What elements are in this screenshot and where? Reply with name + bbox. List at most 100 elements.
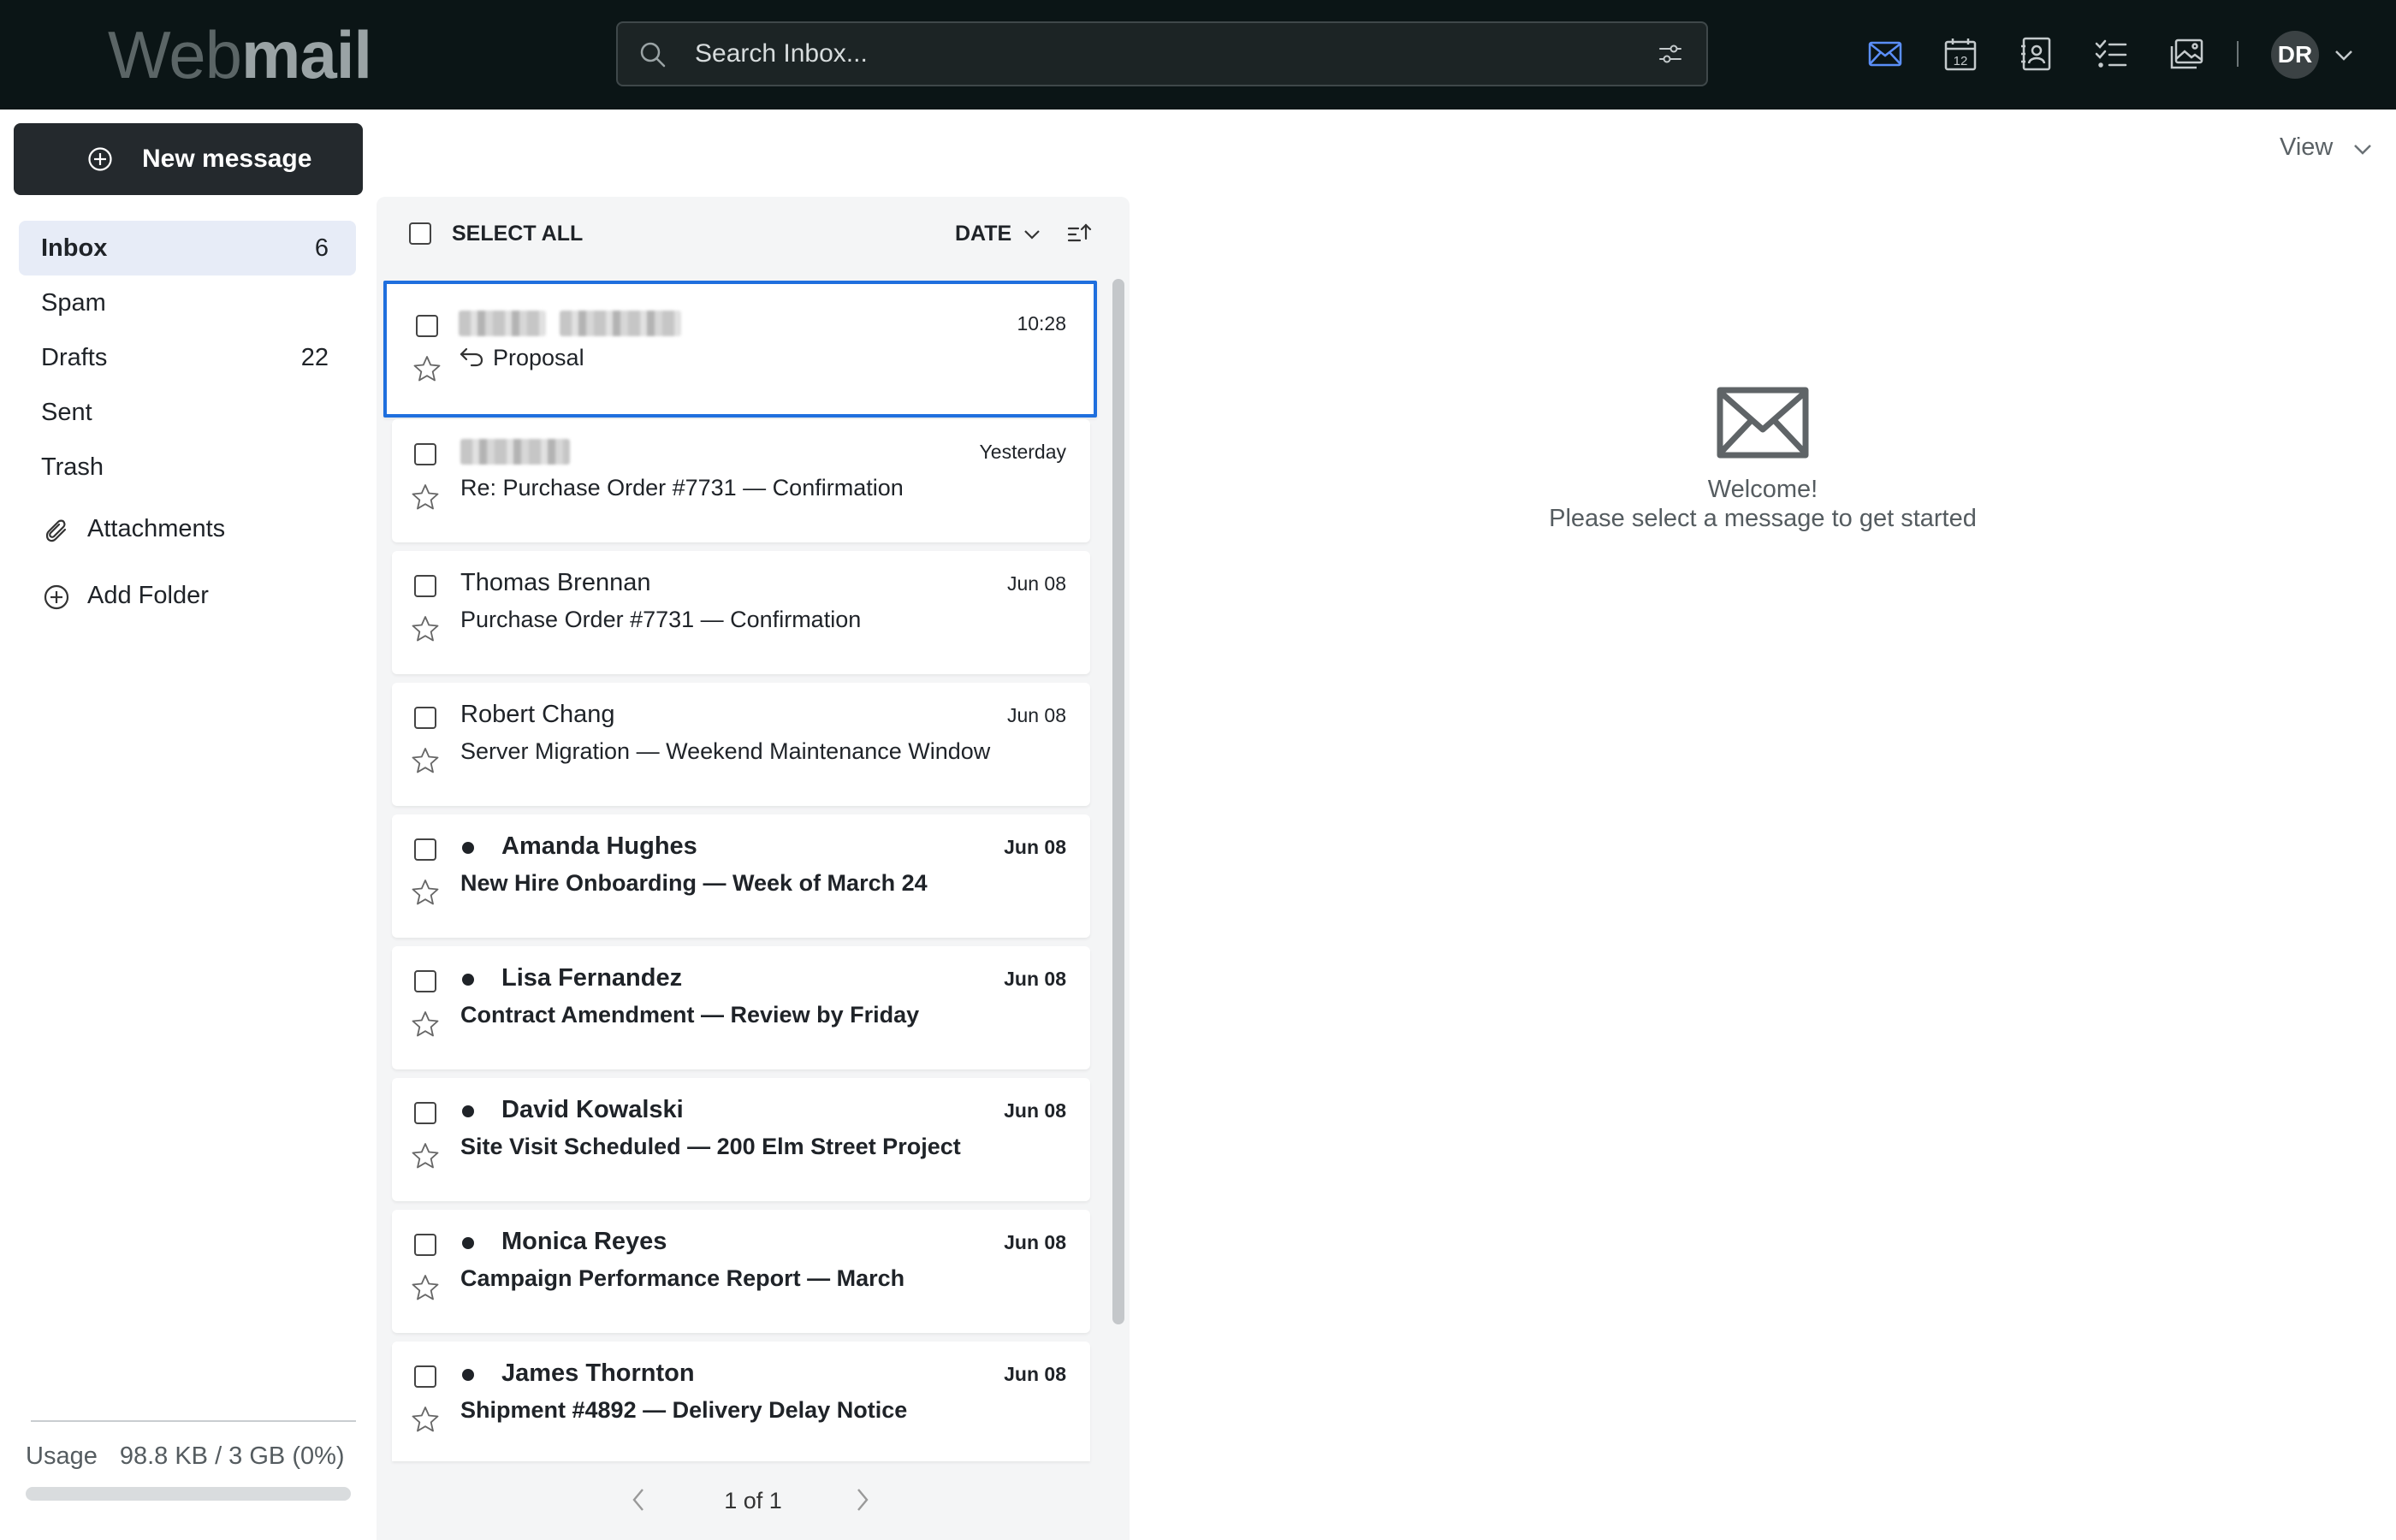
email-row-unread[interactable]: David Kowalski Site Visit Scheduled — 20…	[392, 1078, 1090, 1201]
paperclip-icon	[43, 517, 70, 544]
star-icon[interactable]	[411, 483, 440, 512]
email-row-unread[interactable]: Monica Reyes Campaign Performance Report…	[392, 1210, 1090, 1333]
email-row-unread[interactable]: James Thornton Shipment #4892 — Delivery…	[392, 1342, 1090, 1461]
reply-icon	[459, 346, 484, 367]
email-checkbox[interactable]	[414, 1102, 436, 1124]
email-sender: Robert Chang	[460, 701, 615, 728]
folder-trash[interactable]: Trash	[19, 440, 356, 495]
folder-spam[interactable]: Spam	[19, 275, 356, 330]
email-date: Jun 08	[1006, 704, 1066, 726]
list-header: SELECT ALL DATE	[377, 197, 1130, 270]
usage-progress-bar	[26, 1487, 351, 1501]
chevron-down-icon[interactable]	[1023, 229, 1041, 240]
star-icon[interactable]	[411, 1010, 440, 1039]
plus-circle-icon	[87, 146, 113, 172]
mail-icon[interactable]	[1867, 36, 1903, 72]
star-icon[interactable]	[411, 878, 440, 907]
redacted-sender	[459, 311, 546, 337]
chevron-down-icon[interactable]	[2353, 144, 2372, 156]
unread-dot-icon	[462, 974, 474, 986]
search-icon	[638, 40, 667, 69]
email-subject: Proposal	[459, 341, 584, 375]
email-date: Jun 08	[1004, 1099, 1066, 1122]
page-indicator: 1 of 1	[724, 1488, 782, 1513]
email-subject: Server Migration — Weekend Maintenance W…	[460, 738, 991, 764]
email-date: Jun 08	[1004, 836, 1066, 858]
envelope-icon	[1717, 387, 1809, 459]
search-bar[interactable]: Search Inbox...	[616, 21, 1708, 86]
search-filter-icon[interactable]	[1657, 40, 1684, 68]
email-date: Yesterday	[979, 441, 1066, 463]
app-logo[interactable]: Webmail	[108, 17, 372, 92]
email-subject: Contract Amendment — Review by Friday	[460, 1002, 920, 1028]
unread-dot-icon	[462, 842, 474, 854]
unread-dot-icon	[462, 1369, 474, 1381]
email-checkbox[interactable]	[414, 1365, 436, 1388]
chevron-down-icon[interactable]	[2334, 50, 2353, 62]
email-row-unread[interactable]: Lisa Fernandez Contract Amendment — Revi…	[392, 946, 1090, 1069]
email-subject: Campaign Performance Report — March	[460, 1265, 905, 1291]
photos-icon[interactable]	[2168, 36, 2204, 72]
star-icon[interactable]	[411, 1405, 440, 1434]
user-avatar[interactable]: DR	[2271, 31, 2319, 79]
pagination: 1 of 1	[377, 1461, 1130, 1540]
sort-order-icon[interactable]	[1066, 221, 1092, 246]
welcome-title: Welcome!	[1707, 476, 1818, 503]
email-date: Jun 08	[1004, 1363, 1066, 1385]
email-subject: New Hire Onboarding — Week of March 24	[460, 870, 928, 896]
list-scrollbar[interactable]	[1112, 279, 1124, 1324]
select-all-checkbox[interactable]	[409, 222, 431, 245]
plus-circle-icon	[43, 583, 70, 611]
star-icon[interactable]	[411, 1141, 440, 1170]
email-date: Jun 08	[1004, 968, 1066, 990]
top-bar: Webmail Search Inbox... 12 DR	[0, 0, 2396, 110]
email-checkbox[interactable]	[414, 575, 436, 597]
email-checkbox[interactable]	[416, 315, 438, 337]
unread-count: 6	[314, 234, 329, 262]
toolbar-divider	[2237, 41, 2239, 67]
email-row[interactable]: Robert Chang Server Migration — Weekend …	[392, 683, 1090, 806]
contacts-icon[interactable]	[2018, 36, 2054, 72]
star-icon[interactable]	[411, 746, 440, 775]
drafts-count: 22	[300, 344, 329, 371]
star-icon[interactable]	[411, 1273, 440, 1302]
redacted-sender	[560, 311, 682, 337]
svg-text:12: 12	[1954, 54, 1968, 68]
email-subject: Shipment #4892 — Delivery Delay Notice	[460, 1397, 908, 1423]
redacted-sender	[460, 439, 570, 465]
folder-drafts[interactable]: Drafts 22	[19, 330, 356, 385]
email-sender: James Thornton	[501, 1359, 695, 1387]
email-row-selected[interactable]: Proposal 10:28	[383, 281, 1097, 418]
search-input[interactable]: Search Inbox...	[695, 23, 868, 85]
select-all-label[interactable]: SELECT ALL	[452, 197, 583, 270]
email-sender	[459, 305, 682, 341]
email-sender	[460, 433, 570, 469]
email-checkbox[interactable]	[414, 838, 436, 861]
email-sender: Monica Reyes	[501, 1228, 667, 1255]
email-sender: David Kowalski	[501, 1096, 684, 1123]
sort-field-label[interactable]: DATE	[955, 197, 1011, 270]
email-checkbox[interactable]	[414, 707, 436, 729]
email-date: 10:28	[1017, 312, 1066, 335]
email-subject: Purchase Order #7731 — Confirmation	[460, 607, 862, 632]
chevron-right-icon[interactable]	[856, 1487, 869, 1513]
tasks-icon[interactable]	[2093, 36, 2129, 72]
star-icon[interactable]	[412, 354, 442, 383]
email-checkbox[interactable]	[414, 443, 436, 465]
calendar-icon[interactable]: 12	[1942, 36, 1978, 72]
email-date: Jun 08	[1004, 1231, 1066, 1253]
email-checkbox[interactable]	[414, 1234, 436, 1256]
new-message-button[interactable]: New message	[14, 123, 363, 195]
email-row[interactable]: Re: Purchase Order #7731 — Confirmation …	[392, 419, 1090, 542]
email-row[interactable]: Thomas Brennan Purchase Order #7731 — Co…	[392, 551, 1090, 674]
folder-sent[interactable]: Sent	[19, 385, 356, 440]
usage-divider	[31, 1420, 356, 1422]
star-icon[interactable]	[411, 614, 440, 643]
email-checkbox[interactable]	[414, 970, 436, 992]
view-menu-button[interactable]: View	[2280, 133, 2333, 162]
unread-dot-icon	[462, 1237, 474, 1249]
welcome-subtitle: Please select a message to get started	[1549, 505, 1977, 532]
email-date: Jun 08	[1006, 572, 1066, 595]
email-row-unread[interactable]: Amanda Hughes New Hire Onboarding — Week…	[392, 814, 1090, 938]
folder-inbox[interactable]: Inbox 6	[19, 221, 356, 275]
